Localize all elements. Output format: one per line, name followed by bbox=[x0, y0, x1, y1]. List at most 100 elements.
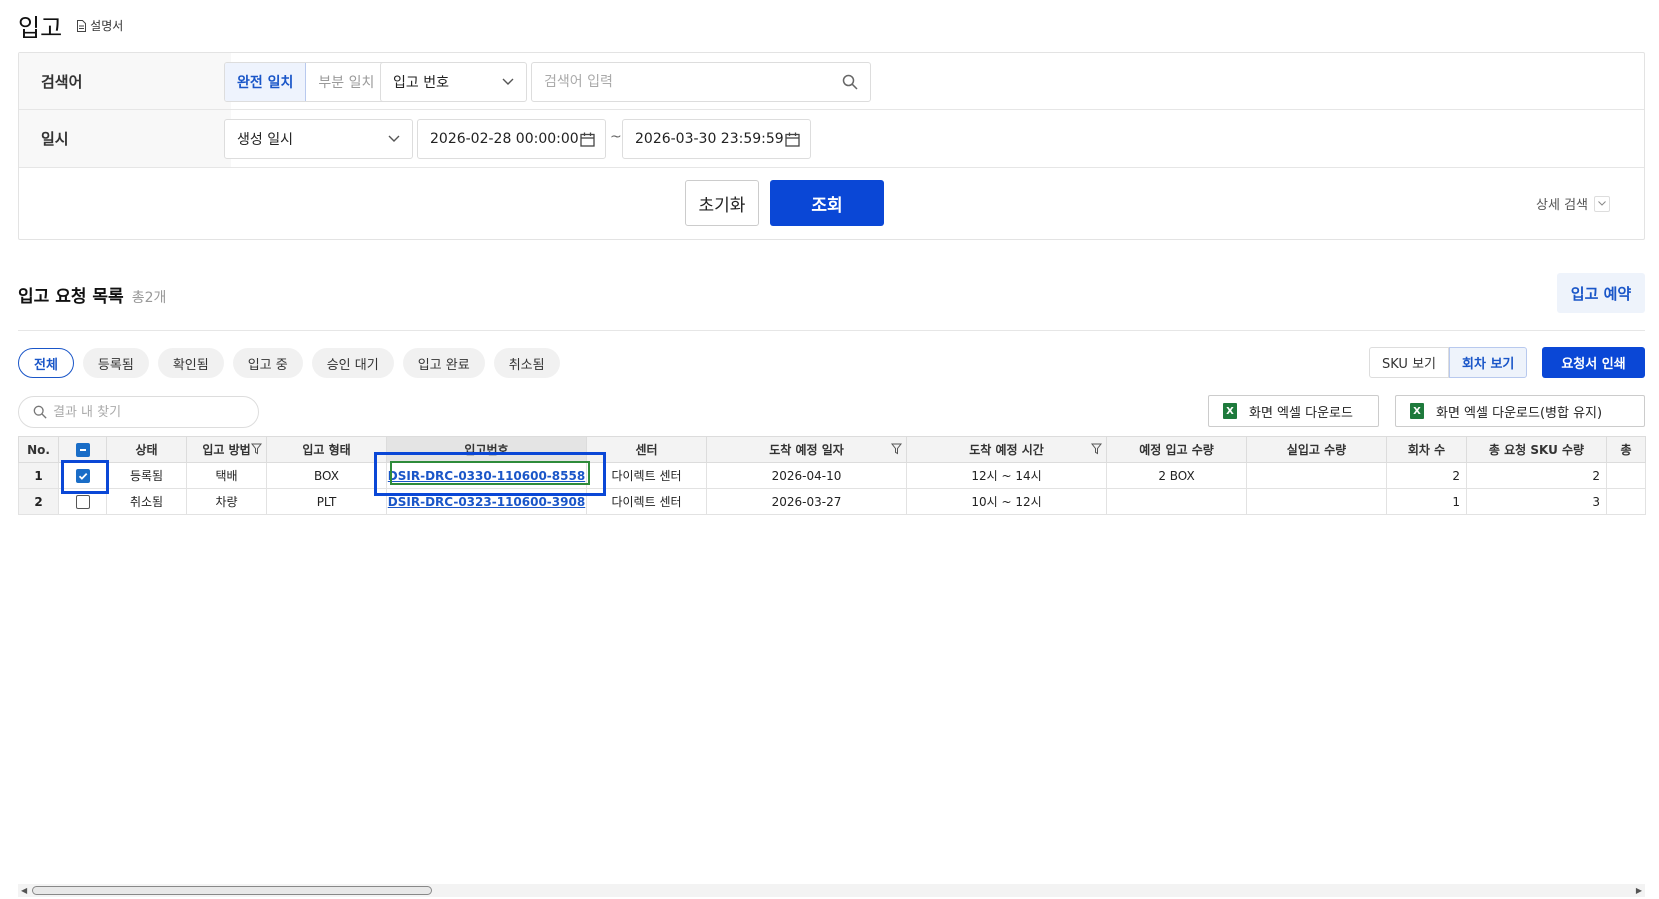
date-from-input[interactable]: 2026-02-28 00:00:00 bbox=[417, 119, 606, 159]
keyword-input-box bbox=[531, 62, 871, 102]
sku-view-button[interactable]: SKU 보기 bbox=[1369, 347, 1449, 378]
page-title: 입고 bbox=[18, 14, 63, 42]
excel-download-button[interactable]: X 화면 엑셀 다운로드 bbox=[1208, 395, 1379, 427]
row-center: 다이렉트 센터 bbox=[586, 488, 707, 515]
row-center: 다이렉트 센터 bbox=[586, 462, 707, 489]
row-no: 2 bbox=[18, 488, 59, 515]
search-button[interactable]: 조회 bbox=[770, 180, 884, 226]
inbound-number-link[interactable]: DSIR-DRC-0323-110600-3908 bbox=[388, 495, 585, 509]
print-request-button[interactable]: 요청서 인쇄 bbox=[1542, 347, 1645, 378]
manual-link[interactable]: 설명서 bbox=[76, 17, 123, 34]
excel-icon: X bbox=[1223, 403, 1237, 419]
col-select-all[interactable] bbox=[58, 436, 107, 463]
calendar-icon bbox=[785, 132, 800, 147]
exact-match-button[interactable]: 완전 일치 bbox=[225, 63, 307, 101]
horizontal-scrollbar[interactable]: ◀ ▶ bbox=[18, 884, 1645, 897]
date-row: 일시 생성 일시 2026-02-28 00:00:00 ~ 2026-03-3… bbox=[19, 110, 1644, 168]
row-method: 택배 bbox=[186, 462, 267, 489]
search-field-value: 입고 번호 bbox=[393, 75, 449, 91]
search-icon[interactable] bbox=[842, 74, 858, 90]
keyword-label: 검색어 bbox=[19, 53, 231, 109]
row-total bbox=[1606, 462, 1646, 489]
col-expected-qty[interactable]: 예정 입고 수량 bbox=[1106, 436, 1247, 463]
col-arrival-time[interactable]: 도착 예정 시간 bbox=[906, 436, 1107, 463]
row-rounds: 2 bbox=[1386, 462, 1467, 489]
row-arrival-time: 12시 ~ 14시 bbox=[906, 462, 1107, 489]
date-separator: ~ bbox=[610, 129, 622, 145]
col-sku-qty[interactable]: 총 요청 SKU 수량 bbox=[1466, 436, 1607, 463]
row-type: BOX bbox=[266, 462, 387, 489]
chip-confirmed[interactable]: 확인됨 bbox=[157, 348, 224, 378]
row-number-cell: DSIR-DRC-0323-110600-3908 bbox=[386, 488, 587, 515]
search-panel: 검색어 완전 일치 부분 일치 입고 번호 일시 생성 일시 2026-02-2… bbox=[18, 52, 1645, 240]
chevron-down-icon bbox=[388, 135, 400, 142]
calendar-icon bbox=[580, 132, 595, 147]
col-type[interactable]: 입고 형태 bbox=[266, 436, 387, 463]
list-count: 총2개 bbox=[131, 290, 167, 306]
action-row: 초기화 조회 상세 검색 bbox=[19, 168, 1644, 240]
reserve-button[interactable]: 입고 예약 bbox=[1557, 273, 1645, 313]
row-method: 차량 bbox=[186, 488, 267, 515]
scroll-right-icon[interactable]: ▶ bbox=[1636, 886, 1642, 895]
row-checkbox[interactable] bbox=[75, 468, 90, 483]
table-row[interactable]: 2 취소됨 차량 PLT DSIR-DRC-0323-110600-3908 다… bbox=[18, 488, 1646, 515]
result-search-input[interactable] bbox=[53, 404, 243, 420]
filter-icon[interactable] bbox=[1091, 443, 1102, 455]
row-checkbox[interactable] bbox=[75, 494, 90, 509]
scroll-left-icon[interactable]: ◀ bbox=[21, 886, 27, 895]
inbound-number-link[interactable]: DSIR-DRC-0330-110600-8558 bbox=[388, 469, 585, 483]
chip-pending-approval[interactable]: 승인 대기 bbox=[311, 348, 394, 378]
col-arrival-time-label: 도착 예정 시간 bbox=[969, 443, 1044, 457]
advanced-search-toggle[interactable]: 상세 검색 bbox=[1536, 194, 1610, 213]
partial-match-button[interactable]: 부분 일치 bbox=[306, 63, 387, 101]
row-select-cell[interactable] bbox=[58, 488, 107, 515]
row-arrival-date: 2026-04-10 bbox=[706, 462, 907, 489]
table-row[interactable]: 1 등록됨 택배 BOX DSIR-DRC-0330-110600-8558 다… bbox=[18, 462, 1646, 489]
round-view-button[interactable]: 회차 보기 bbox=[1449, 347, 1528, 378]
result-search-box bbox=[18, 396, 259, 428]
date-type-value: 생성 일시 bbox=[237, 132, 293, 148]
keyword-row: 검색어 완전 일치 부분 일치 입고 번호 bbox=[19, 53, 1644, 110]
col-total[interactable]: 총 bbox=[1606, 436, 1646, 463]
col-actual-qty[interactable]: 실입고 수량 bbox=[1246, 436, 1387, 463]
chip-registered[interactable]: 등록됨 bbox=[82, 348, 149, 378]
select-all-checkbox[interactable] bbox=[75, 442, 90, 457]
chip-receiving[interactable]: 입고 중 bbox=[232, 348, 303, 378]
search-icon bbox=[33, 405, 47, 419]
list-title: 입고 요청 목록 총2개 bbox=[18, 282, 166, 307]
row-select-cell[interactable] bbox=[58, 462, 107, 489]
filter-icon[interactable] bbox=[251, 443, 262, 455]
page-header: 입고 설명서 bbox=[18, 8, 123, 43]
date-to-input[interactable]: 2026-03-30 23:59:59 bbox=[622, 119, 811, 159]
excel-download-label: 화면 엑셀 다운로드 bbox=[1249, 405, 1353, 421]
manual-label: 설명서 bbox=[90, 19, 124, 33]
table-header-row: No. 상태 입고 방법 입고 형태 입고번호 센터 도착 예정 일자 도착 예… bbox=[18, 436, 1646, 463]
row-total bbox=[1606, 488, 1646, 515]
row-number-cell: DSIR-DRC-0330-110600-8558 bbox=[386, 462, 587, 489]
reset-button[interactable]: 초기화 bbox=[685, 180, 759, 226]
date-type-select[interactable]: 생성 일시 bbox=[224, 119, 413, 159]
col-status[interactable]: 상태 bbox=[106, 436, 187, 463]
keyword-input[interactable] bbox=[544, 74, 824, 90]
advanced-search-label: 상세 검색 bbox=[1536, 198, 1588, 213]
excel-download-merge-button[interactable]: X 화면 엑셀 다운로드(병합 유지) bbox=[1395, 395, 1645, 427]
date-from-value: 2026-02-28 00:00:00 bbox=[430, 131, 579, 147]
chip-cancelled[interactable]: 취소됨 bbox=[493, 348, 560, 378]
col-rounds[interactable]: 회차 수 bbox=[1386, 436, 1467, 463]
col-no[interactable]: No. bbox=[18, 436, 59, 463]
col-center[interactable]: 센터 bbox=[586, 436, 707, 463]
col-number[interactable]: 입고번호 bbox=[386, 436, 587, 463]
scrollbar-thumb[interactable] bbox=[32, 886, 432, 895]
chip-all[interactable]: 전체 bbox=[18, 348, 74, 378]
row-status: 취소됨 bbox=[106, 488, 187, 515]
chip-completed[interactable]: 입고 완료 bbox=[402, 348, 485, 378]
status-filter-chips: 전체 등록됨 확인됨 입고 중 승인 대기 입고 완료 취소됨 bbox=[18, 348, 560, 378]
checkmark-icon bbox=[78, 472, 87, 480]
col-arrival-date[interactable]: 도착 예정 일자 bbox=[706, 436, 907, 463]
row-sku-qty: 2 bbox=[1466, 462, 1607, 489]
col-method[interactable]: 입고 방법 bbox=[186, 436, 267, 463]
excel-download-merge-label: 화면 엑셀 다운로드(병합 유지) bbox=[1436, 405, 1603, 421]
search-field-select[interactable]: 입고 번호 bbox=[380, 62, 527, 102]
filter-icon[interactable] bbox=[891, 443, 902, 455]
chevron-down-icon bbox=[502, 78, 514, 85]
